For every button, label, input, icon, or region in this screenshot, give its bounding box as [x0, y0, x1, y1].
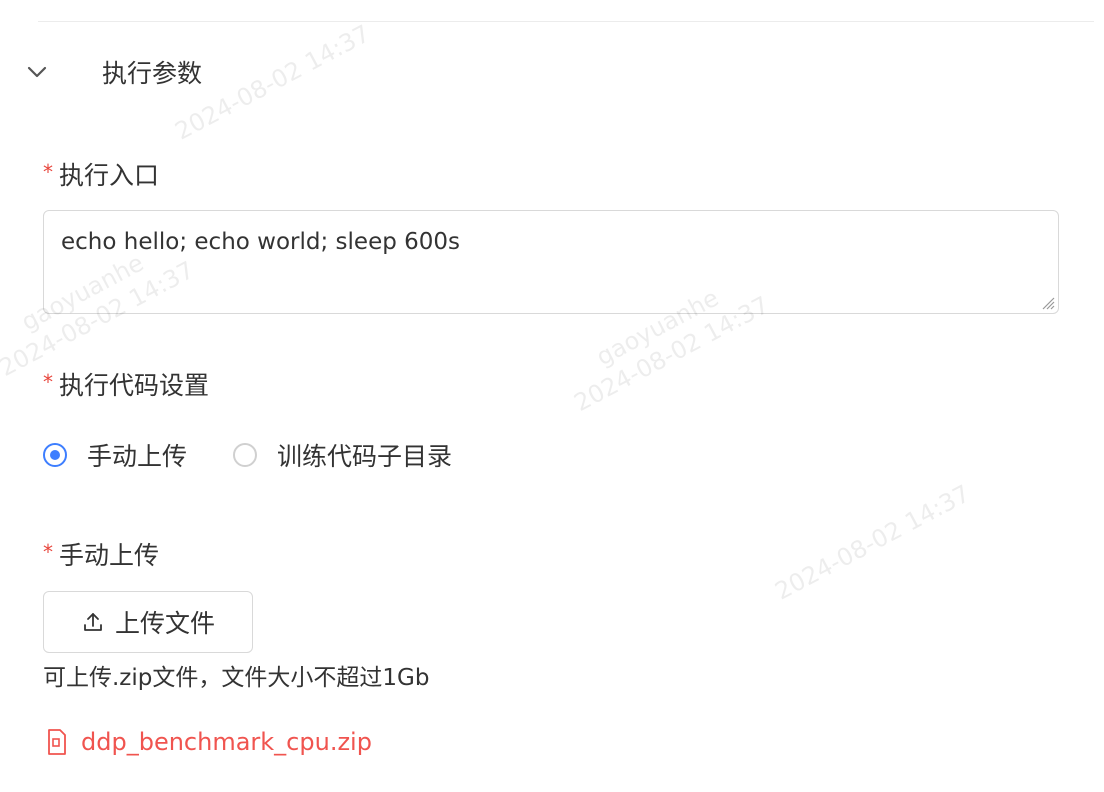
upload-button-label: 上传文件: [114, 609, 215, 638]
code-settings-label: * 执行代码设置: [43, 366, 209, 402]
file-icon: [48, 729, 66, 755]
watermark-time: 2024-08-02 14:37: [770, 479, 975, 606]
watermark: 2024-08-02 14:37: [770, 478, 975, 606]
resize-handle-icon[interactable]: [1039, 294, 1055, 310]
upload-icon: [84, 613, 102, 631]
radio-training-code-subdir[interactable]: 训练代码子目录: [233, 437, 452, 473]
chevron-down-icon[interactable]: [24, 59, 50, 85]
uploaded-file-name[interactable]: ddp_benchmark_cpu.zip: [81, 728, 372, 756]
section-title: 执行参数: [102, 59, 203, 88]
entry-command-input[interactable]: echo hello; echo world; sleep 600s: [44, 211, 1058, 313]
section-header-execution-params[interactable]: 执行参数: [24, 54, 202, 90]
radio-label[interactable]: 训练代码子目录: [277, 437, 452, 473]
top-divider: [38, 21, 1094, 22]
required-mark: *: [43, 370, 53, 394]
radio-button-unchecked[interactable]: [233, 443, 258, 467]
radio-manual-upload[interactable]: 手动上传: [43, 437, 187, 473]
required-mark: *: [43, 540, 53, 564]
upload-file-button[interactable]: 上传文件: [43, 591, 253, 653]
entry-label: * 执行入口: [43, 156, 159, 192]
radio-button-checked[interactable]: [43, 443, 67, 467]
code-settings-label-text: 执行代码设置: [59, 371, 210, 400]
code-source-radio-group: 手动上传 训练代码子目录: [43, 437, 498, 473]
required-mark: *: [43, 160, 53, 184]
upload-hint: 可上传.zip文件，文件大小不超过1Gb: [43, 665, 430, 691]
manual-upload-label: * 手动上传: [43, 536, 159, 572]
radio-label[interactable]: 手动上传: [87, 437, 187, 473]
manual-upload-label-text: 手动上传: [59, 541, 160, 570]
form-page: 执行参数 * 执行入口 echo hello; echo world; slee…: [0, 0, 1104, 792]
uploaded-file-item[interactable]: ddp_benchmark_cpu.zip: [47, 728, 372, 756]
entry-label-text: 执行入口: [59, 161, 160, 190]
entry-textarea-wrapper: echo hello; echo world; sleep 600s: [43, 210, 1059, 314]
